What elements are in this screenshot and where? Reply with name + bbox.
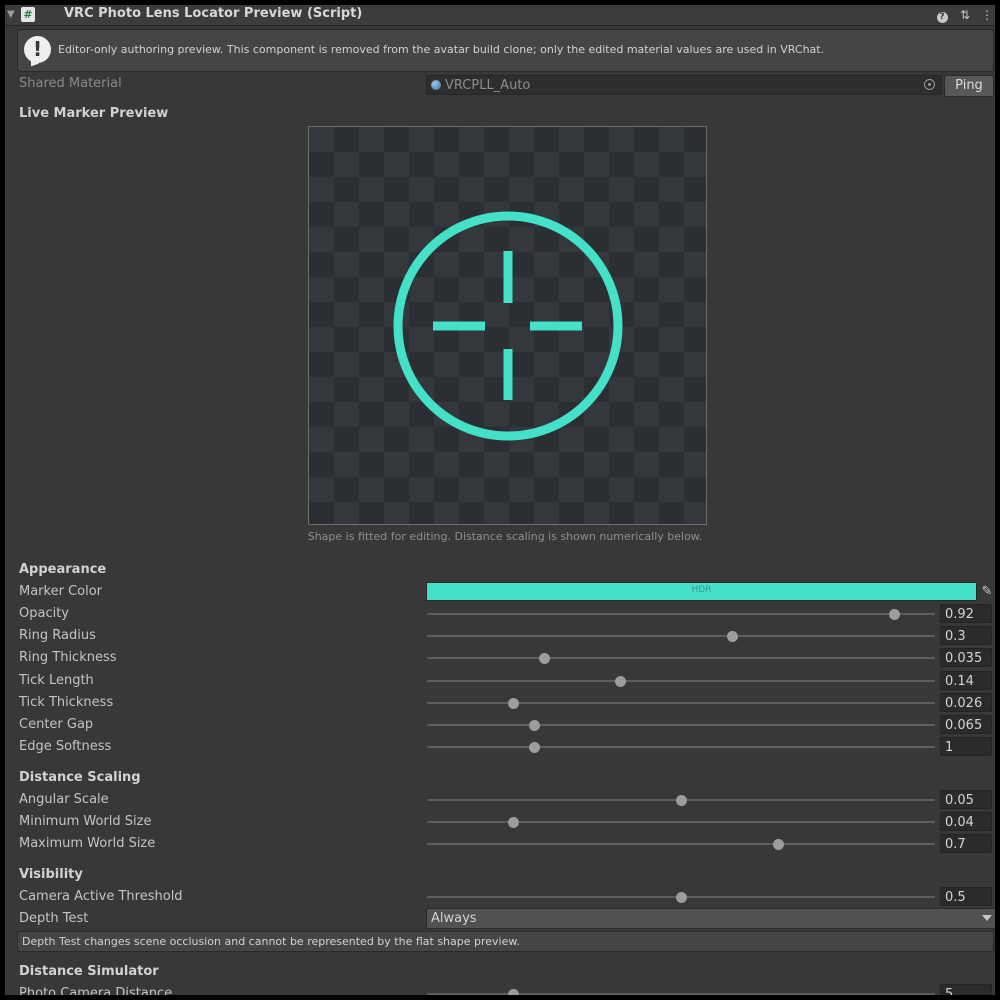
minimum-world-size-slider[interactable]: [427, 817, 935, 828]
camera-threshold-slider-thumb[interactable]: [676, 892, 687, 903]
eyedropper-icon[interactable]: ✎: [979, 584, 995, 600]
component-title: VRC Photo Lens Locator Preview (Script): [64, 6, 363, 21]
center-gap-label: Center Gap: [19, 717, 94, 732]
ring-radius-slider[interactable]: [427, 631, 935, 643]
marker-color-field[interactable]: HDR: [426, 582, 977, 601]
photo-camera-distance-slider-thumb[interactable]: [508, 989, 520, 995]
ping-button[interactable]: Ping: [944, 75, 994, 97]
marker-tick-bottom: [503, 349, 513, 400]
tick-thickness-label: Tick Thickness: [19, 694, 114, 710]
maximum-world-size-slider-thumb[interactable]: [772, 839, 784, 850]
edge-softness-value[interactable]: 1: [940, 737, 992, 757]
marker-tick-left: [433, 321, 485, 331]
depth-test-dropdown[interactable]: Always: [426, 908, 995, 929]
inspector-panel: ▼ # VRC Photo Lens Locator Preview (Scri…: [5, 5, 995, 995]
depth-test-info: Depth Test changes scene occlusion and c…: [17, 931, 994, 952]
visibility-heading: Visibility: [19, 867, 83, 882]
photo-camera-distance-slider[interactable]: [427, 989, 935, 995]
tick-thickness-value[interactable]: 0.026: [940, 692, 992, 712]
checkerboard-background: [309, 127, 706, 524]
warning-icon: !: [24, 36, 51, 63]
ring-radius-label: Ring Radius: [19, 628, 96, 644]
material-icon: [431, 80, 441, 90]
opacity-slider[interactable]: [427, 609, 935, 620]
angular-scale-slider[interactable]: [427, 795, 935, 806]
center-gap-value[interactable]: 0.065: [940, 715, 992, 734]
help-icon[interactable]: ?: [935, 7, 949, 23]
angular-scale-label: Angular Scale: [19, 792, 109, 807]
edge-softness-label: Edge Softness: [19, 739, 112, 755]
marker-preview-canvas: [309, 127, 706, 524]
live-marker-preview-heading: Live Marker Preview: [19, 106, 169, 121]
dropdown-arrow-icon: [982, 915, 992, 921]
distance-scaling-heading: Distance Scaling: [19, 770, 141, 785]
minimum-world-size-slider-thumb[interactable]: [508, 817, 520, 828]
tick-thickness-slider-thumb[interactable]: [508, 697, 520, 709]
presets-icon[interactable]: ⇅: [958, 7, 972, 23]
minimum-world-size-label: Minimum World Size: [19, 814, 152, 829]
opacity-label: Opacity: [19, 606, 70, 621]
opacity-value[interactable]: 0.92: [940, 604, 992, 623]
object-picker-icon[interactable]: [924, 79, 935, 90]
depth-test-value: Always: [431, 911, 477, 926]
authoring-notice: ! Editor-only authoring preview. This co…: [17, 29, 994, 72]
notice-text: Editor-only authoring preview. This comp…: [58, 43, 825, 56]
hdr-label: HDR: [691, 585, 712, 595]
edge-softness-slider-thumb[interactable]: [528, 742, 540, 754]
shared-material-field[interactable]: VRCPLL_Auto: [426, 75, 942, 95]
marker-tick-top: [503, 251, 513, 303]
component-header[interactable]: ▼ # VRC Photo Lens Locator Preview (Scri…: [5, 5, 995, 26]
tick-length-slider[interactable]: [427, 675, 935, 687]
ring-thickness-slider[interactable]: [427, 653, 935, 665]
marker-color-label: Marker Color: [19, 584, 103, 599]
photo-camera-distance-label: Photo Camera Distance: [19, 986, 173, 995]
edge-softness-slider[interactable]: [427, 742, 935, 754]
script-icon: #: [21, 7, 35, 22]
photo-camera-distance-value[interactable]: 5: [940, 984, 992, 995]
more-menu-icon[interactable]: ⋮: [980, 7, 994, 23]
opacity-slider-thumb[interactable]: [889, 609, 901, 620]
camera-threshold-label: Camera Active Threshold: [19, 889, 183, 904]
ring-radius-slider-thumb[interactable]: [726, 631, 738, 643]
center-gap-slider[interactable]: [427, 720, 935, 731]
camera-threshold-value[interactable]: 0.5: [940, 887, 992, 906]
foldout-arrow-icon[interactable]: ▼: [7, 9, 15, 20]
minimum-world-size-value[interactable]: 0.04: [940, 812, 992, 831]
maximum-world-size-label: Maximum World Size: [19, 836, 156, 851]
depth-test-info-text: Depth Test changes scene occlusion and c…: [22, 935, 520, 948]
angular-scale-value[interactable]: 0.05: [940, 790, 992, 809]
ring-thickness-value[interactable]: 0.035: [940, 648, 992, 668]
angular-scale-slider-thumb[interactable]: [676, 795, 687, 806]
distance-simulator-heading: Distance Simulator: [19, 964, 159, 979]
tick-length-slider-thumb[interactable]: [615, 675, 627, 687]
appearance-heading: Appearance: [19, 562, 107, 577]
camera-threshold-slider[interactable]: [427, 892, 935, 903]
shared-material-value: VRCPLL_Auto: [445, 78, 531, 93]
maximum-world-size-slider[interactable]: [427, 839, 935, 850]
depth-test-label: Depth Test: [19, 911, 89, 926]
ring-radius-value[interactable]: 0.3: [940, 626, 992, 646]
tick-length-value[interactable]: 0.14: [940, 670, 992, 690]
preview-caption: Shape is fitted for editing. Distance sc…: [307, 530, 703, 543]
shared-material-label: Shared Material: [19, 76, 122, 91]
marker-preview: [308, 126, 707, 525]
maximum-world-size-value[interactable]: 0.7: [940, 834, 992, 853]
ring-thickness-slider-thumb[interactable]: [538, 653, 550, 665]
ring-thickness-label: Ring Thickness: [19, 650, 117, 666]
center-gap-slider-thumb[interactable]: [528, 720, 540, 731]
tick-thickness-slider[interactable]: [427, 697, 935, 709]
marker-tick-right: [530, 321, 582, 331]
tick-length-label: Tick Length: [19, 672, 94, 688]
